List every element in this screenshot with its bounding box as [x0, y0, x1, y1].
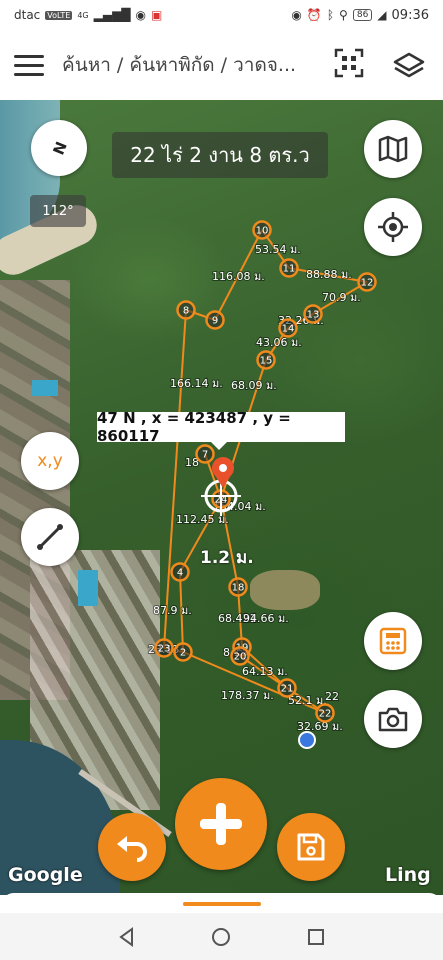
signal-icon: ▂▄▆█	[93, 8, 131, 22]
segment-length-label: 116.08 ม.	[212, 270, 265, 283]
sheet-handle[interactable]	[183, 902, 261, 906]
alarm-icon: ⏰	[306, 8, 322, 22]
plus-icon	[200, 803, 242, 845]
camera-icon	[378, 707, 408, 732]
survey-point[interactable]: 2	[173, 642, 193, 662]
battery-level: 86	[352, 9, 373, 21]
app-bar: ค้นหา / ค้นหาพิกัด / วาดจ...	[0, 30, 443, 100]
app-icon: ▣	[151, 8, 163, 22]
survey-point[interactable]: 20	[230, 646, 250, 666]
segment-length-label: 53.54 ม.	[255, 243, 301, 256]
location-icon: ⚲	[339, 8, 348, 22]
segment-length-label: 87.9 ม.	[153, 604, 192, 617]
segment-length-label: 166.14 ม.	[170, 377, 223, 390]
system-nav-bar	[0, 913, 443, 960]
layers-icon[interactable]	[392, 50, 426, 80]
survey-point-label: 15	[260, 356, 273, 367]
survey-point[interactable]: 15	[256, 350, 276, 370]
segment-length-label: 70.9 ม.	[322, 291, 361, 304]
survey-point[interactable]: 23	[154, 638, 174, 658]
segment-length-label: 68.09 ม.	[231, 379, 277, 392]
survey-point[interactable]: 4	[170, 562, 190, 582]
segment-length-label: 64.13 ม.	[242, 665, 288, 678]
calculator-button[interactable]	[364, 612, 422, 670]
survey-point-label: 8	[183, 306, 189, 317]
coordinate-readout: 47 N , x = 423487 , y = 860117	[97, 409, 345, 450]
segment-length-label: 88.88 ม.	[306, 268, 352, 281]
line-tool-icon	[37, 524, 63, 550]
survey-point-label: 11	[283, 264, 296, 275]
survey-point-label: 7	[202, 450, 208, 461]
crosshair-target-icon	[378, 212, 408, 242]
breadcrumb[interactable]: ค้นหา / ค้นหาพิกัด / วาดจ...	[62, 50, 302, 80]
carrier-name: dtac	[14, 8, 41, 22]
survey-point[interactable]: 10	[252, 220, 272, 240]
survey-point-label: 21	[281, 684, 294, 695]
volte-badge: VoLTE	[45, 10, 73, 20]
survey-point[interactable]: 13	[303, 304, 323, 324]
undo-icon	[117, 836, 147, 862]
qr-scan-icon[interactable]	[334, 48, 364, 78]
ling-logo: Ling	[385, 864, 431, 886]
calculator-icon	[379, 627, 407, 655]
battery-saver-icon: ◢	[377, 8, 387, 22]
survey-point-label: 9	[212, 316, 218, 327]
compass-button[interactable]: N	[31, 120, 87, 176]
survey-point-label: 13	[307, 310, 320, 321]
bearing-readout: 112°	[30, 195, 86, 227]
menu-icon[interactable]	[14, 53, 46, 77]
survey-point[interactable]: 11	[279, 258, 299, 278]
messenger-icon: ◉	[135, 8, 147, 22]
survey-point-label: 23	[158, 644, 171, 655]
survey-point-label: 20	[234, 652, 247, 663]
camera-button[interactable]	[364, 690, 422, 748]
gps-location-dot	[298, 731, 316, 749]
my-location-button[interactable]	[364, 198, 422, 256]
survey-point-label: 22	[319, 709, 332, 720]
bluetooth-icon: ᛒ	[326, 8, 335, 22]
survey-point[interactable]: 14	[278, 318, 298, 338]
segment-length-label: 22	[325, 690, 339, 703]
boundary-segment	[163, 309, 187, 649]
xy-label: x,y	[37, 451, 63, 471]
undo-button[interactable]	[98, 813, 166, 881]
add-point-button[interactable]	[175, 778, 267, 870]
survey-point-label: 10	[256, 226, 269, 237]
google-logo: Google	[8, 864, 83, 886]
survey-point[interactable]: 22	[315, 703, 335, 723]
compass-label: N	[48, 138, 70, 158]
survey-point-label: 14	[282, 324, 295, 335]
network-type: 4G	[77, 10, 89, 20]
save-icon	[297, 833, 325, 861]
home-icon[interactable]	[210, 926, 232, 948]
survey-point[interactable]: 21	[277, 678, 297, 698]
segment-length-label: 43.06 ม.	[256, 336, 302, 349]
survey-point[interactable]: 8	[176, 300, 196, 320]
map-view[interactable]: 53.54 ม. 116.08 ม. 88.88 ม. 70.9 ม. 32.26 ม.…	[0, 100, 443, 895]
recents-icon[interactable]	[305, 926, 327, 948]
back-icon[interactable]	[116, 926, 138, 948]
survey-point[interactable]: 12	[357, 272, 377, 292]
clock: 09:36	[391, 7, 429, 23]
map-icon	[378, 135, 408, 163]
bottom-sheet[interactable]	[0, 893, 443, 913]
status-bar: dtac VoLTE 4G ▂▄▆█ ◉ ▣ ◉ ⏰ ᛒ ⚲ 86 ◢ 09:3…	[0, 0, 443, 30]
map-type-button[interactable]	[364, 120, 422, 178]
segment-length-label: 32.69 ม.	[297, 720, 343, 733]
survey-point[interactable]: 9	[205, 310, 225, 330]
measure-line-button[interactable]	[21, 508, 79, 566]
distance-label: 1.2 ม.	[200, 548, 254, 568]
survey-point-label: 2	[180, 648, 186, 659]
survey-point-label: 4	[177, 568, 183, 579]
survey-point-label: 12	[361, 278, 374, 289]
save-button[interactable]	[277, 813, 345, 881]
segment-length-label: 178.37 ม.	[221, 689, 274, 702]
segment-length-label: 94.66 ม.	[243, 612, 289, 625]
eye-icon: ◉	[291, 8, 302, 22]
xy-input-button[interactable]: x,y	[21, 432, 79, 490]
survey-point-label: 18	[232, 583, 245, 594]
area-readout: 22 ไร่ 2 งาน 8 ตร.ว	[112, 132, 328, 178]
survey-point[interactable]: 18	[228, 577, 248, 597]
